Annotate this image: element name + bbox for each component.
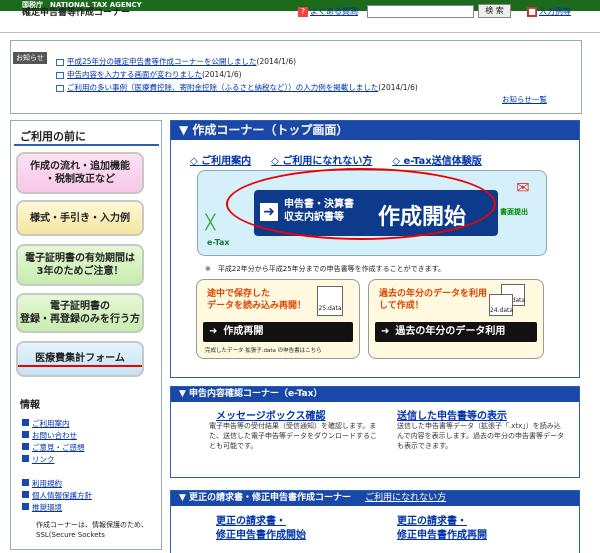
correction-unavailable-link[interactable]: ご利用になれない方 (365, 493, 446, 503)
main-heading: ▼ 作成コーナー（トップ画面） (171, 121, 579, 140)
etax-character-icon: ᚷ (205, 212, 216, 233)
file-icon: 25.data (317, 286, 343, 316)
notice-item: 申告内容を入力する画面が変わりました(2014/1/6) (56, 69, 242, 80)
past-data-button[interactable]: ➜ 過去の年分のデータ利用 (375, 322, 537, 342)
correction-start-link[interactable]: 更正の請求書・ 修正申告書作成開始 (216, 515, 306, 543)
etax-demo-link[interactable]: ◇ e-Tax送信体験版 (392, 156, 491, 167)
resume-small-text: 完成したデータ 拡張子.data の申告書はこちら (205, 348, 322, 354)
resume-button[interactable]: ➜ 作成再開 (203, 322, 353, 342)
search-input[interactable] (367, 5, 474, 18)
correction-resume-link[interactable]: 更正の請求書・ 修正申告書作成再開 (397, 515, 487, 543)
sidebar-link-contact[interactable]: お問い合わせ (22, 430, 77, 441)
resume-text: 途中で保存した データを読み込み再開！ (207, 289, 307, 311)
file-icon: 24.data (489, 294, 513, 316)
message-box-text: 電子申告等の受付結果（受信通知）を確認します。また、送信した電子申告等データをダ… (209, 422, 377, 450)
sidebar-box-medical[interactable]: 医療費集計フォーム (16, 341, 144, 377)
faq-link[interactable]: ? よくある質問 (298, 6, 358, 17)
sidebar-box-certificate[interactable]: 電子証明書の有効期間は 3年のためご注意！ (16, 244, 144, 286)
arrow-right-icon: ➜ (209, 326, 218, 337)
sent-docs-text: 送信した申告書等データ（拡張子「.xtx」）を読み込んで内容を表示します。過去の… (397, 422, 564, 450)
arrow-icon (22, 455, 29, 462)
year-note: ※ 平成22年分から平成25年分までの申告書等を作成することができます。 (205, 265, 445, 273)
window-icon (56, 84, 64, 92)
sent-docs-link[interactable]: 送信した申告書等の表示 (397, 407, 507, 422)
arrow-icon (22, 431, 29, 438)
arrow-icon (22, 491, 29, 498)
sidebar-heading: ご利用の前に (20, 130, 86, 143)
info-heading: 情報 (20, 400, 40, 411)
arrow-right-icon: ➜ (381, 326, 390, 337)
sidebar-link-guide[interactable]: ご利用案内 (22, 418, 70, 429)
search-button[interactable]: 検 索 (478, 4, 511, 18)
main-links: ◇ ご利用案内 ◇ ご利用になれない方 ◇ e-Tax送信体験版 (190, 152, 502, 167)
arrow-icon (22, 419, 29, 426)
arrow-icon (22, 479, 29, 486)
book-icon: ■ (527, 7, 537, 17)
unavailable-link[interactable]: ◇ ご利用になれない方 (271, 156, 382, 167)
correction-heading: ▼ 更正の請求書・修正申告書作成コーナー ご利用になれない方 (171, 491, 579, 506)
input-example-link[interactable]: ■ 入力例等 (527, 6, 571, 17)
sidebar-link-terms[interactable]: 利用規約 (22, 478, 62, 489)
window-icon (56, 71, 64, 79)
document-icon: ✉ (516, 178, 530, 197)
window-icon (56, 58, 64, 66)
confirm-heading: ▼ 申告内容確認コーナー（e-Tax） (171, 387, 579, 402)
sidebar-link-feedback[interactable]: ご意見・ご感想 (22, 442, 85, 453)
message-box-link[interactable]: メッセージボックス確認 (216, 407, 326, 422)
sidebar-link-links[interactable]: リンク (22, 454, 55, 465)
guide-link[interactable]: ◇ ご利用案内 (190, 156, 261, 167)
sidebar-divider (14, 144, 159, 146)
notice-list-link[interactable]: お知らせ一覧 (502, 94, 547, 105)
etax-label: e-Tax (207, 238, 230, 247)
notice-item: 平成25年分の確定申告書等作成コーナーを公開しました(2014/1/6) (56, 56, 296, 67)
sidebar-link-privacy[interactable]: 個人情報保護方針 (22, 490, 92, 501)
arrow-icon (22, 503, 29, 510)
paper-submit-label: 書面提出 (500, 208, 528, 216)
confirm-section: ▼ 申告内容確認コーナー（e-Tax） メッセージボックス確認 電子申告等の受付… (170, 386, 580, 478)
sidebar-box-flow[interactable]: 作成の流れ・追加機能 ・税制改正など (16, 152, 144, 194)
sidebar-box-forms[interactable]: 様式・手引き・入力例 (16, 200, 144, 236)
notice-item: ご利用の多い事例（医療費控除、寄附金控除（ふるさと納税など））の入力例を掲載しま… (56, 82, 418, 93)
red-annotation-circle (226, 168, 496, 240)
notice-tag: お知らせ (13, 52, 47, 64)
sidebar-link-environment[interactable]: 推奨環境 (22, 502, 62, 513)
sidebar-footer-text: 作成コーナーは、情報保護のため、SSL(Secure Sockets (36, 521, 148, 539)
page-title: 確定申告書等作成コーナー (22, 8, 131, 18)
question-icon: ? (298, 7, 308, 17)
arrow-icon (22, 443, 29, 450)
correction-section: ▼ 更正の請求書・修正申告書作成コーナー ご利用になれない方 更正の請求書・ 修正申… (170, 490, 580, 553)
sidebar-box-register[interactable]: 電子証明書の 登録・再登録のみを行う方 (16, 293, 144, 333)
resume-panel[interactable]: 途中で保存した データを読み込み再開！ 25.data ➜ 作成再開 完成したデータ… (196, 279, 360, 359)
past-data-panel[interactable]: 過去の年分のデータを利用 して作成！ 25.data 24.data ➜ 過去の年分… (368, 279, 544, 359)
past-text: 過去の年分のデータを利用 して作成！ (379, 289, 488, 311)
